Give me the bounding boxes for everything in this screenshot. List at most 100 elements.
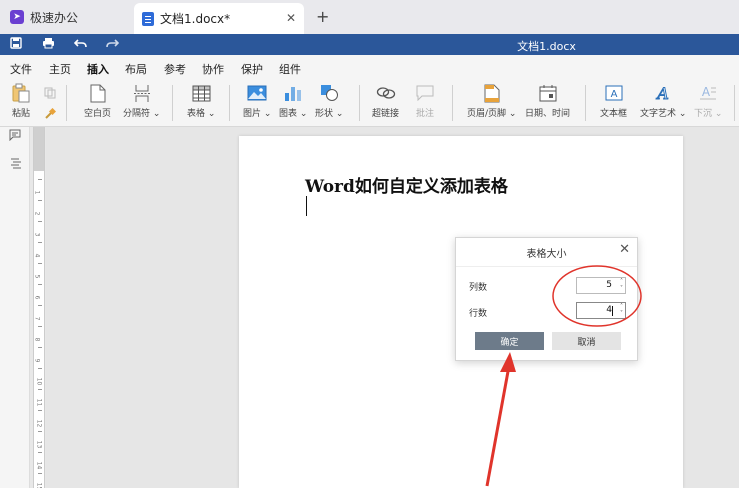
menu-layout[interactable]: 布局 (125, 61, 147, 77)
ruler-tick (38, 200, 42, 201)
wordart-label: 文字艺术 ⌄ (640, 109, 687, 119)
svg-text:A: A (655, 84, 669, 102)
ribbon-toolbar: 粘贴 空白页 分隔符 ⌄ 表格 ⌄ 图片 ⌄ 图表 ⌄ 形状 ⌄ 超链接 批注 … (0, 79, 739, 127)
paste-button[interactable]: 粘贴 (10, 83, 32, 119)
shape-button[interactable]: 形状 ⌄ (315, 83, 343, 119)
document-icon (142, 11, 154, 26)
document-heading[interactable]: Word如何自定义添加表格 (305, 172, 508, 197)
columns-value[interactable]: 5 (606, 280, 612, 290)
calendar-icon (537, 83, 559, 103)
link-icon (375, 83, 397, 103)
textbox-icon: A (603, 83, 625, 103)
format-painter-icon[interactable] (44, 107, 57, 123)
rows-stepper[interactable]: 4 ˄ ˅ (576, 302, 626, 319)
menu-protect[interactable]: 保护 (241, 61, 263, 77)
menu-file[interactable]: 文件 (10, 61, 32, 77)
ruler-number: 13 (35, 440, 43, 449)
menu-home[interactable]: 主页 (49, 61, 71, 77)
paste-label: 粘贴 (11, 109, 30, 119)
table-button[interactable]: 表格 ⌄ (187, 83, 215, 119)
window-title: 文档1.docx (517, 40, 576, 53)
input-caret (612, 306, 613, 316)
menu-insert[interactable]: 插入 (87, 61, 109, 83)
tab-bar: ➤ 极速办公 文档1.docx* ✕ + (0, 0, 739, 34)
close-tab-icon[interactable]: ✕ (286, 11, 296, 25)
menu-references[interactable]: 参考 (164, 61, 186, 77)
page-break-icon (131, 83, 153, 103)
wordart-icon: A (652, 83, 674, 103)
picture-button[interactable]: 图片 ⌄ (243, 83, 271, 119)
dropcap-label: 下沉 ⌄ (694, 109, 723, 119)
datetime-button[interactable]: 日期、时间 (525, 83, 570, 119)
stepper-arrows-icon[interactable]: ˄ ˅ (620, 303, 623, 317)
hyperlink-button[interactable]: 超链接 (372, 83, 399, 119)
menu-plugins[interactable]: 组件 (279, 61, 301, 77)
ribbon-separator (359, 85, 360, 121)
wordart-button[interactable]: A 文字艺术 ⌄ (640, 83, 686, 119)
ruler-number: 7 (33, 316, 41, 321)
table-label: 表格 ⌄ (187, 109, 216, 119)
ruler-tick (38, 410, 42, 411)
blank-page-button[interactable]: 空白页 (84, 83, 111, 119)
picture-label: 图片 ⌄ (243, 109, 272, 119)
ruler-number: 14 (35, 461, 43, 470)
comment-label: 批注 (415, 109, 434, 119)
ruler-tick (38, 305, 42, 306)
ribbon-separator (66, 85, 67, 121)
close-icon[interactable]: ✕ (619, 242, 630, 257)
ruler-tick (38, 326, 42, 327)
dialog-title: 表格大小 (526, 249, 567, 260)
ruler-tick (38, 179, 42, 180)
ruler-number: 4 (33, 253, 41, 258)
ruler-number: 5 (33, 274, 41, 279)
app-tab[interactable]: ➤ 极速办公 (0, 0, 130, 34)
menu-collaborate[interactable]: 协作 (202, 61, 224, 77)
blank-page-label: 空白页 (84, 109, 112, 119)
table-icon (190, 83, 212, 103)
ruler-number: 8 (33, 337, 41, 342)
navigation-icon[interactable] (10, 157, 22, 172)
shape-label: 形状 ⌄ (315, 109, 344, 119)
svg-text:A: A (702, 85, 711, 99)
ribbon-separator (229, 85, 230, 121)
menu-bar: 文件 主页 插入 布局 参考 协作 保护 组件 (0, 55, 739, 83)
chart-button[interactable]: 图表 ⌄ (279, 83, 307, 119)
ruler-number: 9 (33, 358, 41, 363)
new-tab-button[interactable]: + (316, 7, 329, 26)
app-tab-label: 极速办公 (30, 10, 79, 25)
left-panel (0, 127, 30, 488)
comment-icon (414, 83, 436, 103)
ribbon-separator (172, 85, 173, 121)
ruler-number: 3 (33, 232, 41, 237)
ribbon-separator (734, 85, 735, 121)
picture-icon (246, 83, 268, 103)
ruler-number: 1 (33, 190, 41, 195)
stepper-arrows-icon[interactable]: ˄ ˅ (620, 278, 623, 292)
document-tab[interactable]: 文档1.docx* ✕ (134, 3, 304, 34)
ok-button[interactable]: 确定 (475, 332, 544, 350)
dropcap-icon: A (697, 83, 719, 103)
ruler-number: 2 (33, 211, 41, 216)
blank-page-icon (87, 83, 109, 103)
ruler-tick (38, 431, 42, 432)
break-button[interactable]: 分隔符 ⌄ (123, 83, 160, 119)
cancel-button[interactable]: 取消 (552, 332, 621, 350)
ruler-tick (38, 473, 42, 474)
textbox-label: 文本框 (600, 109, 628, 119)
break-label: 分隔符 ⌄ (123, 109, 161, 119)
copy-icon[interactable] (44, 87, 56, 102)
columns-stepper[interactable]: 5 ˄ ˅ (576, 277, 626, 294)
ruler-tick (38, 452, 42, 453)
comment-button[interactable]: 批注 (414, 83, 436, 119)
dropcap-button[interactable]: A 下沉 ⌄ (694, 83, 722, 119)
comments-panel-icon[interactable] (9, 129, 21, 144)
ribbon-separator (452, 85, 453, 121)
header-footer-button[interactable]: 页眉/页脚 ⌄ (467, 83, 516, 119)
clipboard-icon (10, 83, 32, 103)
text-cursor (306, 196, 307, 216)
ruler-number: 12 (35, 419, 43, 428)
app-logo-icon: ➤ (10, 10, 24, 24)
ruler-number: 15 (35, 482, 43, 488)
rows-label: 行数 (469, 309, 488, 319)
textbox-button[interactable]: A 文本框 (600, 83, 627, 119)
